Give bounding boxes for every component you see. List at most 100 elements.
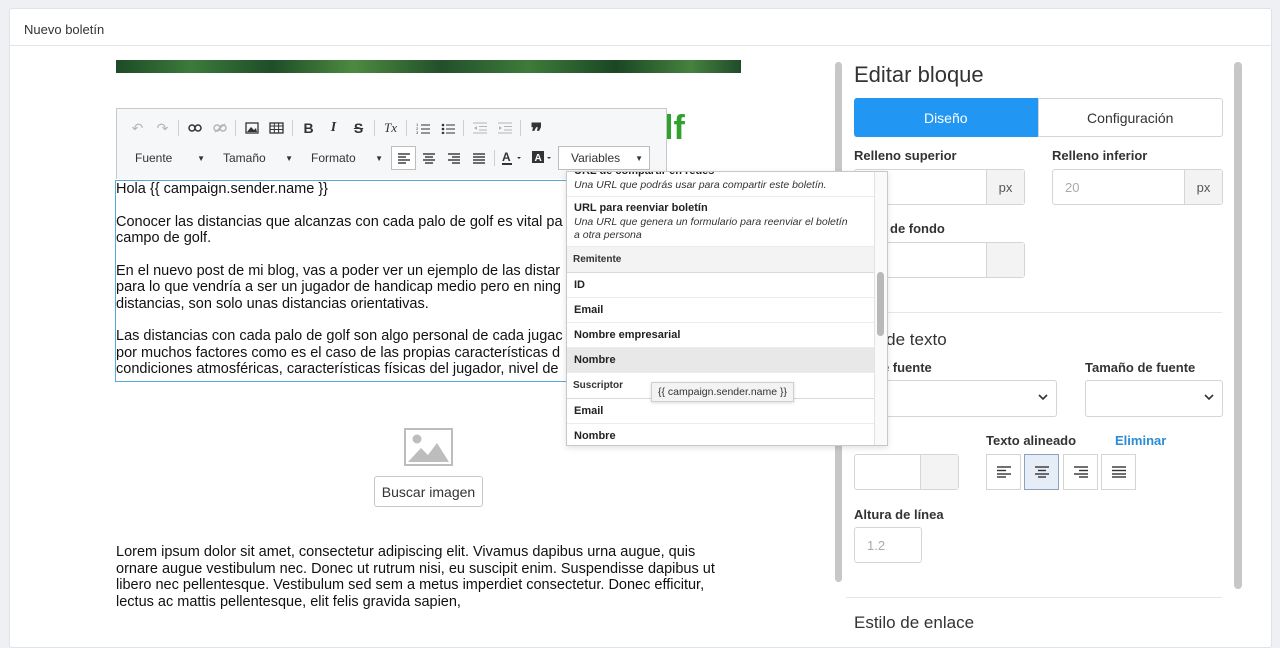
- unit-addon: px: [1184, 170, 1222, 204]
- toolbar-separator: [374, 120, 375, 136]
- tab-configuration[interactable]: Configuración: [1037, 98, 1223, 137]
- align-justify-button[interactable]: [1101, 454, 1136, 490]
- svg-text:3: 3: [416, 130, 419, 134]
- panel-title: Editar bloque: [854, 62, 984, 87]
- caret-down-icon: ▼: [285, 153, 293, 163]
- indent-icon[interactable]: [492, 116, 517, 140]
- variable-tooltip: {{ campaign.sender.name }}: [651, 382, 795, 402]
- toolbar-row-1: ↶ ↷ B I S Tx 123 ❞: [125, 115, 549, 144]
- variable-description: Una URL que podrás usar para compartir e…: [574, 179, 827, 191]
- panel-tabs: Diseño Configuración: [854, 98, 1223, 137]
- scrollbar-thumb[interactable]: [877, 272, 884, 336]
- variable-description: a otra persona: [574, 229, 642, 241]
- background-color-label: de fondo: [890, 221, 945, 236]
- tab-design[interactable]: Diseño: [854, 98, 1038, 137]
- chevron-down-icon: [1204, 392, 1214, 404]
- format-select[interactable]: Formato ▼: [299, 146, 389, 170]
- toolbar-separator: [406, 120, 407, 136]
- text-color-icon[interactable]: A: [498, 146, 528, 170]
- align-justify-icon[interactable]: [466, 146, 491, 170]
- header-banner-image: [116, 60, 741, 73]
- outdent-icon[interactable]: [467, 116, 492, 140]
- bold-button[interactable]: B: [296, 116, 321, 140]
- variable-title: URL para reenviar boletín: [574, 202, 708, 214]
- variable-option[interactable]: Nombre: [567, 424, 876, 445]
- caret-down-icon: ▼: [635, 153, 643, 163]
- variables-label: Variables: [571, 151, 621, 165]
- line-height-value: 1.2: [867, 537, 886, 553]
- divider: [846, 312, 1222, 313]
- svg-text:A: A: [502, 151, 511, 164]
- table-icon[interactable]: [264, 116, 289, 140]
- image-icon[interactable]: [239, 116, 264, 140]
- padding-top-label: Relleno superior: [854, 148, 957, 163]
- rich-text-toolbar: ↶ ↷ B I S Tx 123 ❞ Fuente ▼ Tamaño ▼ For…: [116, 108, 667, 179]
- font-family-label: Fuente: [135, 151, 173, 165]
- remove-link[interactable]: Eliminar: [1115, 433, 1166, 448]
- text-line: lectus ac mattis pellentesque, elit feli…: [116, 593, 461, 610]
- toolbar-separator: [520, 120, 521, 136]
- variables-list: URL de compartir en redes Una URL que po…: [567, 171, 876, 445]
- align-center-button[interactable]: [1024, 454, 1059, 490]
- toolbar-separator: [178, 120, 179, 136]
- dropdown-scrollbar[interactable]: [874, 172, 887, 445]
- undo-icon[interactable]: ↶: [125, 116, 150, 140]
- variable-option[interactable]: URL para reenviar boletín Una URL que ge…: [567, 197, 876, 247]
- divider: [846, 597, 1222, 598]
- toolbar-separator: [235, 120, 236, 136]
- color-swatch[interactable]: [986, 243, 1024, 277]
- link-icon[interactable]: [182, 116, 207, 140]
- align-center-icon: [1034, 466, 1049, 478]
- clear-format-button[interactable]: Tx: [378, 116, 403, 140]
- panel-scrollbar[interactable]: [1234, 62, 1242, 589]
- font-family-select[interactable]: Fuente ▼: [123, 146, 211, 170]
- variable-option[interactable]: Nombre empresarial: [567, 323, 876, 348]
- link-style-title: Estilo de enlace: [854, 613, 975, 632]
- font-size-select[interactable]: [1085, 380, 1223, 417]
- color-swatch[interactable]: [920, 455, 958, 489]
- variable-option[interactable]: Nombre: [567, 348, 876, 373]
- align-justify-icon: [1111, 466, 1126, 478]
- scrollbar-thumb[interactable]: [1234, 62, 1242, 589]
- lorem-text-block[interactable]: Lorem ipsum dolor sit amet, consectetur …: [116, 544, 736, 610]
- align-left-button[interactable]: [986, 454, 1021, 490]
- italic-button[interactable]: I: [321, 116, 346, 140]
- strikethrough-button[interactable]: S: [346, 116, 371, 140]
- align-left-icon[interactable]: [391, 146, 416, 170]
- padding-bottom-input[interactable]: 20 px: [1052, 169, 1223, 205]
- find-image-button[interactable]: Buscar imagen: [374, 476, 483, 507]
- card-title: Nuevo boletín: [24, 22, 105, 37]
- variables-dropdown: URL de compartir en redes Una URL que po…: [566, 171, 888, 446]
- line-height-input[interactable]: 1.2: [854, 527, 922, 563]
- bullet-list-icon[interactable]: [435, 116, 460, 140]
- variables-select[interactable]: Variables ▼: [558, 146, 650, 170]
- variable-option[interactable]: Email: [567, 399, 876, 424]
- variable-title: URL de compartir en redes: [574, 171, 715, 177]
- toolbar-separator: [494, 150, 495, 166]
- variable-option[interactable]: ID: [567, 273, 876, 298]
- padding-bottom-label: Relleno inferior: [1052, 148, 1148, 163]
- align-right-icon: [1073, 466, 1088, 478]
- align-right-button[interactable]: [1063, 454, 1098, 490]
- unlink-icon[interactable]: [207, 116, 232, 140]
- variable-option[interactable]: Email: [567, 298, 876, 323]
- toolbar-row-2: Fuente ▼ Tamaño ▼ Formato ▼ A A Variable…: [123, 145, 650, 171]
- unit-addon: px: [986, 170, 1024, 204]
- variable-option[interactable]: URL de compartir en redes Una URL que po…: [567, 171, 876, 197]
- align-right-icon[interactable]: [441, 146, 466, 170]
- numbered-list-icon[interactable]: 123: [410, 116, 435, 140]
- align-center-icon[interactable]: [416, 146, 441, 170]
- blockquote-button[interactable]: ❞: [524, 116, 549, 144]
- text-align-label: Texto alineado: [986, 433, 1077, 448]
- caret-down-icon: ▼: [375, 153, 383, 163]
- font-size-select[interactable]: Tamaño ▼: [211, 146, 299, 170]
- text-line: Lorem ipsum dolor sit amet, consectetur …: [116, 544, 696, 560]
- text-color-input[interactable]: [854, 454, 959, 490]
- font-size-label: Tamaño: [223, 151, 266, 165]
- font-size-label: Tamaño de fuente: [1085, 360, 1196, 375]
- redo-icon[interactable]: ↷: [150, 116, 175, 140]
- variable-group-header: Remitente: [567, 247, 876, 273]
- background-color-icon[interactable]: A: [528, 146, 558, 170]
- text-line: ornare augue vestibulum nec. Donec ut ru…: [116, 560, 715, 577]
- caret-down-icon: ▼: [197, 153, 205, 163]
